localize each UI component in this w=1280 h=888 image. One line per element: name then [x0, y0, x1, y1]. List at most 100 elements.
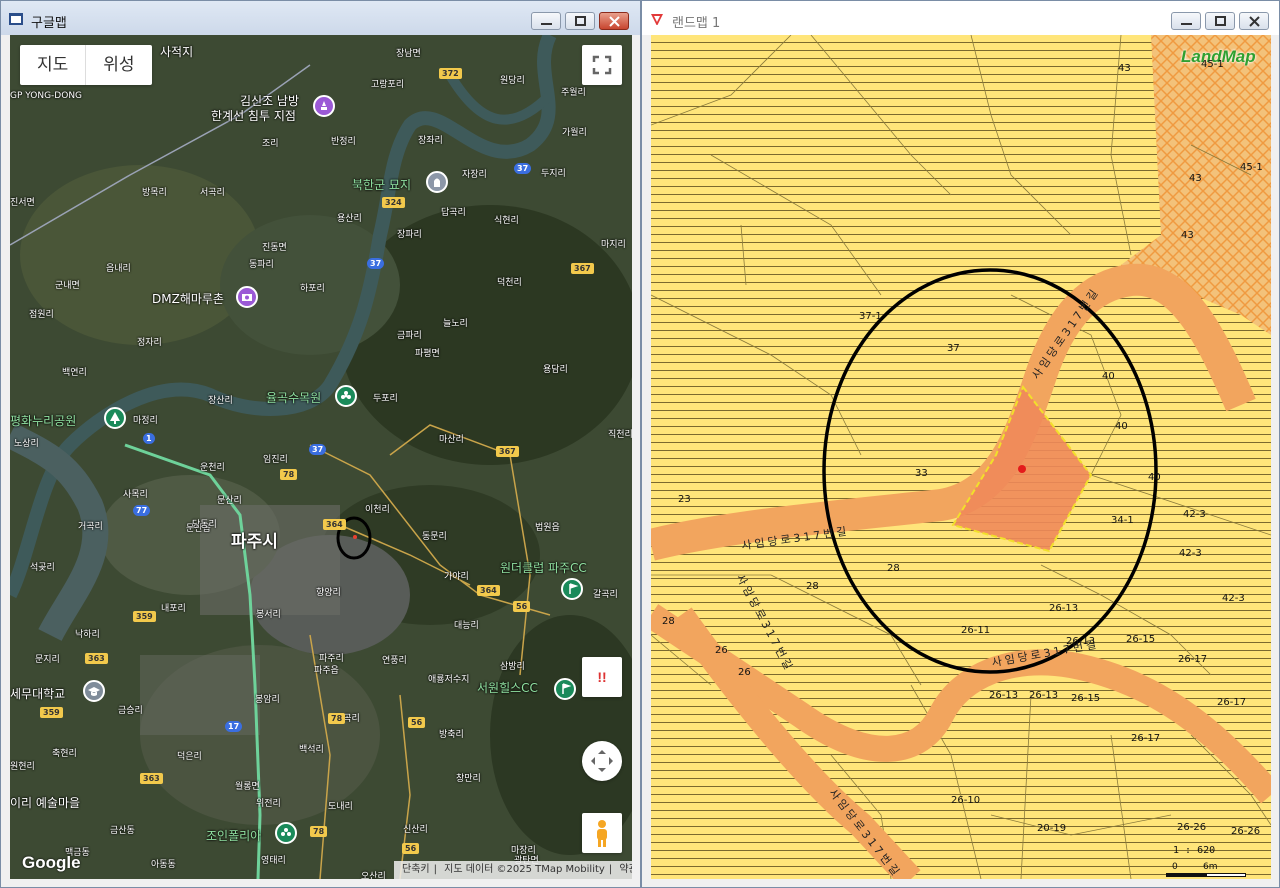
- window-title: 랜드맵 1: [672, 16, 721, 31]
- maximize-button[interactable]: [1205, 12, 1235, 30]
- parcel-number-label: 43: [1189, 173, 1202, 184]
- fullscreen-button[interactable]: [582, 45, 622, 85]
- route-shield: 56: [408, 717, 426, 728]
- parcel-number-label: 28: [806, 581, 819, 592]
- shortcuts-link[interactable]: 단축키: [402, 864, 430, 875]
- close-button[interactable]: [1239, 12, 1269, 30]
- title-bar[interactable]: 구글맵: [1, 1, 640, 35]
- maximize-button[interactable]: [565, 12, 595, 30]
- place-label: 이천리: [365, 505, 390, 515]
- parcel-number-label: 33: [915, 468, 928, 479]
- poi-label: 조인폴리아: [206, 829, 262, 843]
- place-label: 덕천리: [497, 278, 522, 288]
- poi-label: 이리 예술마을: [10, 796, 81, 810]
- map-type-satellite-button[interactable]: 위성: [85, 45, 151, 85]
- place-label: 방목리: [142, 188, 167, 198]
- route-shield: 364: [477, 585, 500, 596]
- place-label: 향양리: [316, 588, 341, 598]
- poi-label: 율곡수목원: [266, 391, 322, 405]
- place-label: 문지리: [35, 655, 60, 665]
- map-type-control: 지도 위성: [20, 45, 152, 85]
- place-label: 아동동: [151, 860, 176, 870]
- cemetery-pin-icon[interactable]: [426, 171, 448, 193]
- place-label: 동파리: [249, 260, 274, 270]
- route-shield: 359: [133, 611, 156, 622]
- place-label: 금승리: [118, 706, 143, 716]
- parcel-number-label: 26-15: [1126, 634, 1156, 645]
- route-shield: 56: [513, 601, 531, 612]
- route-shield: 367: [571, 263, 594, 274]
- poi-label: 평화누리공원: [10, 414, 77, 428]
- place-label: 애룡저수지: [428, 675, 470, 685]
- place-label: 장남면: [396, 49, 421, 59]
- place-label: 원현리: [10, 762, 35, 772]
- parcel-number-label: 42-3: [1179, 548, 1202, 559]
- scale-zero: 0: [1172, 862, 1178, 872]
- tree-pin-icon[interactable]: [104, 407, 126, 429]
- pegman-button[interactable]: [582, 813, 622, 853]
- terms-link[interactable]: 약관: [619, 864, 632, 875]
- route-shield: 359: [40, 707, 63, 718]
- route-shield: 372: [439, 68, 462, 79]
- place-label: 정자리: [137, 338, 162, 348]
- flower-pin-icon[interactable]: [335, 385, 357, 407]
- place-label: 신산리: [403, 825, 428, 835]
- route-shield: 37: [514, 163, 532, 174]
- place-label: 축현리: [52, 749, 77, 759]
- window-title: 구글맵: [31, 16, 67, 31]
- title-bar[interactable]: 랜드맵 1: [642, 1, 1279, 35]
- place-label: 자장리: [462, 170, 487, 180]
- camera-control-button[interactable]: [582, 741, 622, 781]
- parcel-number-label: 40: [1148, 472, 1161, 483]
- route-shield: 37: [367, 258, 385, 269]
- cadastral-drawing: [651, 35, 1271, 879]
- parcel-number-label: 23: [678, 494, 691, 505]
- place-label: 삼방리: [500, 662, 525, 672]
- scale-bar: [1166, 873, 1246, 877]
- place-label: 월롱면: [235, 782, 260, 792]
- cadastral-map[interactable]: LandMap 사임당로317번길 사임당로317번길 사임당로317번길 사임…: [651, 35, 1271, 879]
- place-label: 식현리: [494, 216, 519, 226]
- map-type-map-button[interactable]: 지도: [20, 45, 85, 85]
- place-label: 석곶리: [30, 563, 55, 573]
- minimize-button[interactable]: [531, 12, 561, 30]
- landmap-app-icon: [651, 14, 663, 25]
- place-label: 내포리: [161, 604, 186, 614]
- route-shield: 17: [225, 721, 243, 732]
- place-label: 두지리: [541, 169, 566, 179]
- golf-pin-icon[interactable]: [554, 678, 576, 700]
- route-shield: 37: [309, 444, 327, 455]
- place-label: 백석리: [299, 745, 324, 755]
- close-icon: [609, 16, 620, 27]
- close-button[interactable]: [599, 12, 629, 30]
- school-pin-icon[interactable]: [83, 680, 105, 702]
- streetview-warning-button[interactable]: !!: [582, 657, 622, 697]
- place-label: 창만리: [456, 774, 481, 784]
- poi-label: 북한군 묘지: [352, 178, 412, 192]
- place-label: 도내리: [328, 802, 353, 812]
- parcel-number-label: 26-13: [1049, 603, 1079, 614]
- place-label: 운천리: [200, 463, 225, 473]
- maximize-icon: [575, 16, 586, 26]
- route-shield: 56: [402, 843, 420, 854]
- camera-pin-icon[interactable]: [236, 286, 258, 308]
- minimize-button[interactable]: [1171, 12, 1201, 30]
- place-label: 금산동: [110, 826, 135, 836]
- place-label: 가야리: [444, 572, 469, 582]
- place-label: 오산리: [361, 872, 386, 879]
- parcel-number-label: 45-1: [1240, 162, 1263, 173]
- parcel-number-label: 26-17: [1178, 654, 1208, 665]
- satellite-map[interactable]: 파주시 김신조 남방 한계선 침투 지점 북한군 묘지 DMZ해마루촌 율곡수목…: [10, 35, 632, 879]
- flower-pin-icon[interactable]: [275, 822, 297, 844]
- place-label: 마산리: [439, 435, 464, 445]
- landmark-pin-icon[interactable]: [313, 95, 335, 117]
- route-shield: 363: [85, 653, 108, 664]
- golf-pin-icon[interactable]: [561, 578, 583, 600]
- parcel-number-label: 20-19: [1037, 823, 1067, 834]
- place-label: 원당리: [500, 76, 525, 86]
- parcel-number-label: 43: [1181, 230, 1194, 241]
- place-label: 마정리: [133, 416, 158, 426]
- poi-label: 세무대학교: [10, 687, 66, 701]
- place-label: 봉서리: [256, 610, 281, 620]
- place-label: 장산리: [208, 396, 233, 406]
